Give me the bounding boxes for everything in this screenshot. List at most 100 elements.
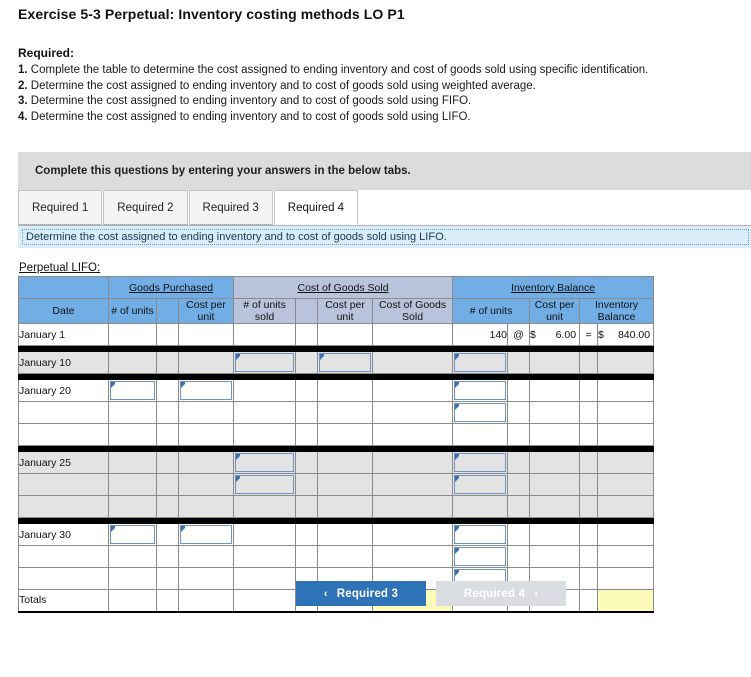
- cell-cogs-cost[interactable]: [317, 495, 374, 518]
- input-field[interactable]: [180, 525, 233, 544]
- cell-gp-cost[interactable]: [177, 401, 235, 424]
- cell-cogs-cost[interactable]: [317, 523, 374, 546]
- cell-gp-units[interactable]: [108, 495, 157, 518]
- cell-ib-balance[interactable]: [597, 495, 655, 518]
- next-required-button[interactable]: Required 4 ›: [436, 581, 566, 606]
- cell-cogs-total[interactable]: [372, 423, 454, 446]
- cell-cogs-units[interactable]: [233, 323, 297, 346]
- cell-gp-units[interactable]: [108, 523, 157, 546]
- cell-cogs-cost[interactable]: [317, 323, 374, 346]
- cell-cogs-units[interactable]: [233, 523, 297, 546]
- cell-ib-cost[interactable]: [529, 495, 581, 518]
- previous-required-button[interactable]: ‹ Required 3: [296, 581, 426, 606]
- cell-ib-units[interactable]: [452, 523, 509, 546]
- cell-ib-units[interactable]: 140: [452, 323, 509, 346]
- cell-cogs-total[interactable]: [372, 351, 454, 374]
- cell-gp-units[interactable]: [108, 545, 157, 568]
- tab-required-2[interactable]: Required 2: [103, 190, 188, 225]
- cell-ib-units[interactable]: [452, 545, 509, 568]
- cell-ib-balance[interactable]: [597, 379, 655, 402]
- cell-cogs-units[interactable]: [233, 401, 297, 424]
- cell-ib-cost[interactable]: [529, 351, 581, 374]
- cell-gp-cost[interactable]: [177, 423, 235, 446]
- cell-ib-cost[interactable]: [529, 451, 581, 474]
- input-field[interactable]: [454, 475, 507, 494]
- cell-gp-cost[interactable]: [177, 323, 235, 346]
- cell-cogs-units[interactable]: [233, 423, 297, 446]
- cell-gp-cost[interactable]: [177, 545, 235, 568]
- input-field[interactable]: [235, 453, 295, 472]
- cell-cogs-cost[interactable]: [317, 379, 374, 402]
- cell-ib-cost[interactable]: [529, 523, 581, 546]
- cell-cogs-cost[interactable]: [317, 351, 374, 374]
- cell-gp-cost[interactable]: [177, 473, 235, 496]
- cell-cogs-total[interactable]: [372, 545, 454, 568]
- cell-cogs-cost[interactable]: [317, 451, 374, 474]
- cell-cogs-total[interactable]: [372, 379, 454, 402]
- cell-gp-cost[interactable]: [177, 351, 235, 374]
- cell-cogs-cost[interactable]: [317, 401, 374, 424]
- cell-gp-cost[interactable]: [177, 451, 235, 474]
- cell-ib-balance[interactable]: [597, 473, 655, 496]
- input-field[interactable]: [454, 353, 507, 372]
- cell-ib-units[interactable]: [452, 473, 509, 496]
- cell-cogs-cost[interactable]: [317, 473, 374, 496]
- cell-ib-units[interactable]: [452, 351, 509, 374]
- input-field[interactable]: [235, 353, 295, 372]
- cell-gp-cost[interactable]: [177, 567, 235, 590]
- cell-cogs-units[interactable]: [233, 379, 297, 402]
- cell-ib-balance[interactable]: [597, 567, 655, 590]
- cell-cogs-cost[interactable]: [317, 545, 374, 568]
- cell-ib-units[interactable]: [452, 379, 509, 402]
- cell-cogs-total[interactable]: [372, 401, 454, 424]
- cell-cogs-cost[interactable]: [317, 423, 374, 446]
- cell-cogs-total[interactable]: [372, 495, 454, 518]
- cell-cogs-total[interactable]: [372, 523, 454, 546]
- cell-cogs-total[interactable]: [372, 473, 454, 496]
- cell-gp-units[interactable]: [108, 567, 157, 590]
- cell-gp-units[interactable]: [108, 401, 157, 424]
- cell-ib-cost[interactable]: [529, 401, 581, 424]
- cell-ib-units[interactable]: [452, 423, 509, 446]
- cell-ib-cost[interactable]: [529, 545, 581, 568]
- cell-cogs-total[interactable]: [372, 451, 454, 474]
- cell-ib-units[interactable]: [452, 495, 509, 518]
- cell-ib-balance[interactable]: [597, 523, 655, 546]
- cell-ib-cost[interactable]: [529, 423, 581, 446]
- cell-ib-cost[interactable]: $ 6.00: [529, 323, 581, 346]
- cell-cogs-units[interactable]: [233, 545, 297, 568]
- cell-gp-cost[interactable]: [177, 379, 235, 402]
- cell-gp-units[interactable]: [108, 351, 157, 374]
- cell-gp-units[interactable]: [108, 589, 157, 613]
- input-field[interactable]: [454, 381, 507, 400]
- cell-gp-units[interactable]: [108, 379, 157, 402]
- cell-ib-balance[interactable]: [597, 351, 655, 374]
- input-field[interactable]: [454, 525, 507, 544]
- cell-cogs-units[interactable]: [233, 351, 297, 374]
- cell-gp-units[interactable]: [108, 473, 157, 496]
- cell-gp-units[interactable]: [108, 423, 157, 446]
- cell-ib-balance[interactable]: [597, 401, 655, 424]
- cell-cogs-units[interactable]: [233, 567, 297, 590]
- input-field[interactable]: [110, 381, 155, 400]
- input-field[interactable]: [235, 475, 295, 494]
- cell-ib-balance[interactable]: [597, 423, 655, 446]
- input-field[interactable]: [454, 547, 507, 566]
- cell-gp-units[interactable]: [108, 451, 157, 474]
- tab-required-3[interactable]: Required 3: [188, 190, 273, 225]
- cell-ib-balance[interactable]: [597, 545, 655, 568]
- input-field[interactable]: [319, 353, 372, 372]
- cell-gp-cost[interactable]: [177, 523, 235, 546]
- cell-cogs-units[interactable]: [233, 473, 297, 496]
- tab-required-1[interactable]: Required 1: [18, 190, 103, 225]
- cell-ib-balance[interactable]: $ 840.00: [597, 323, 655, 346]
- cell-cogs-units[interactable]: [233, 495, 297, 518]
- cell-gp-cost[interactable]: [177, 495, 235, 518]
- cell-gp-units[interactable]: [108, 323, 157, 346]
- input-field[interactable]: [110, 525, 155, 544]
- cell-cogs-units[interactable]: [233, 589, 297, 613]
- input-field[interactable]: [454, 453, 507, 472]
- input-field[interactable]: [180, 381, 233, 400]
- cell-ib-cost[interactable]: [529, 473, 581, 496]
- cell-ib-balance-highlighted[interactable]: [597, 589, 655, 613]
